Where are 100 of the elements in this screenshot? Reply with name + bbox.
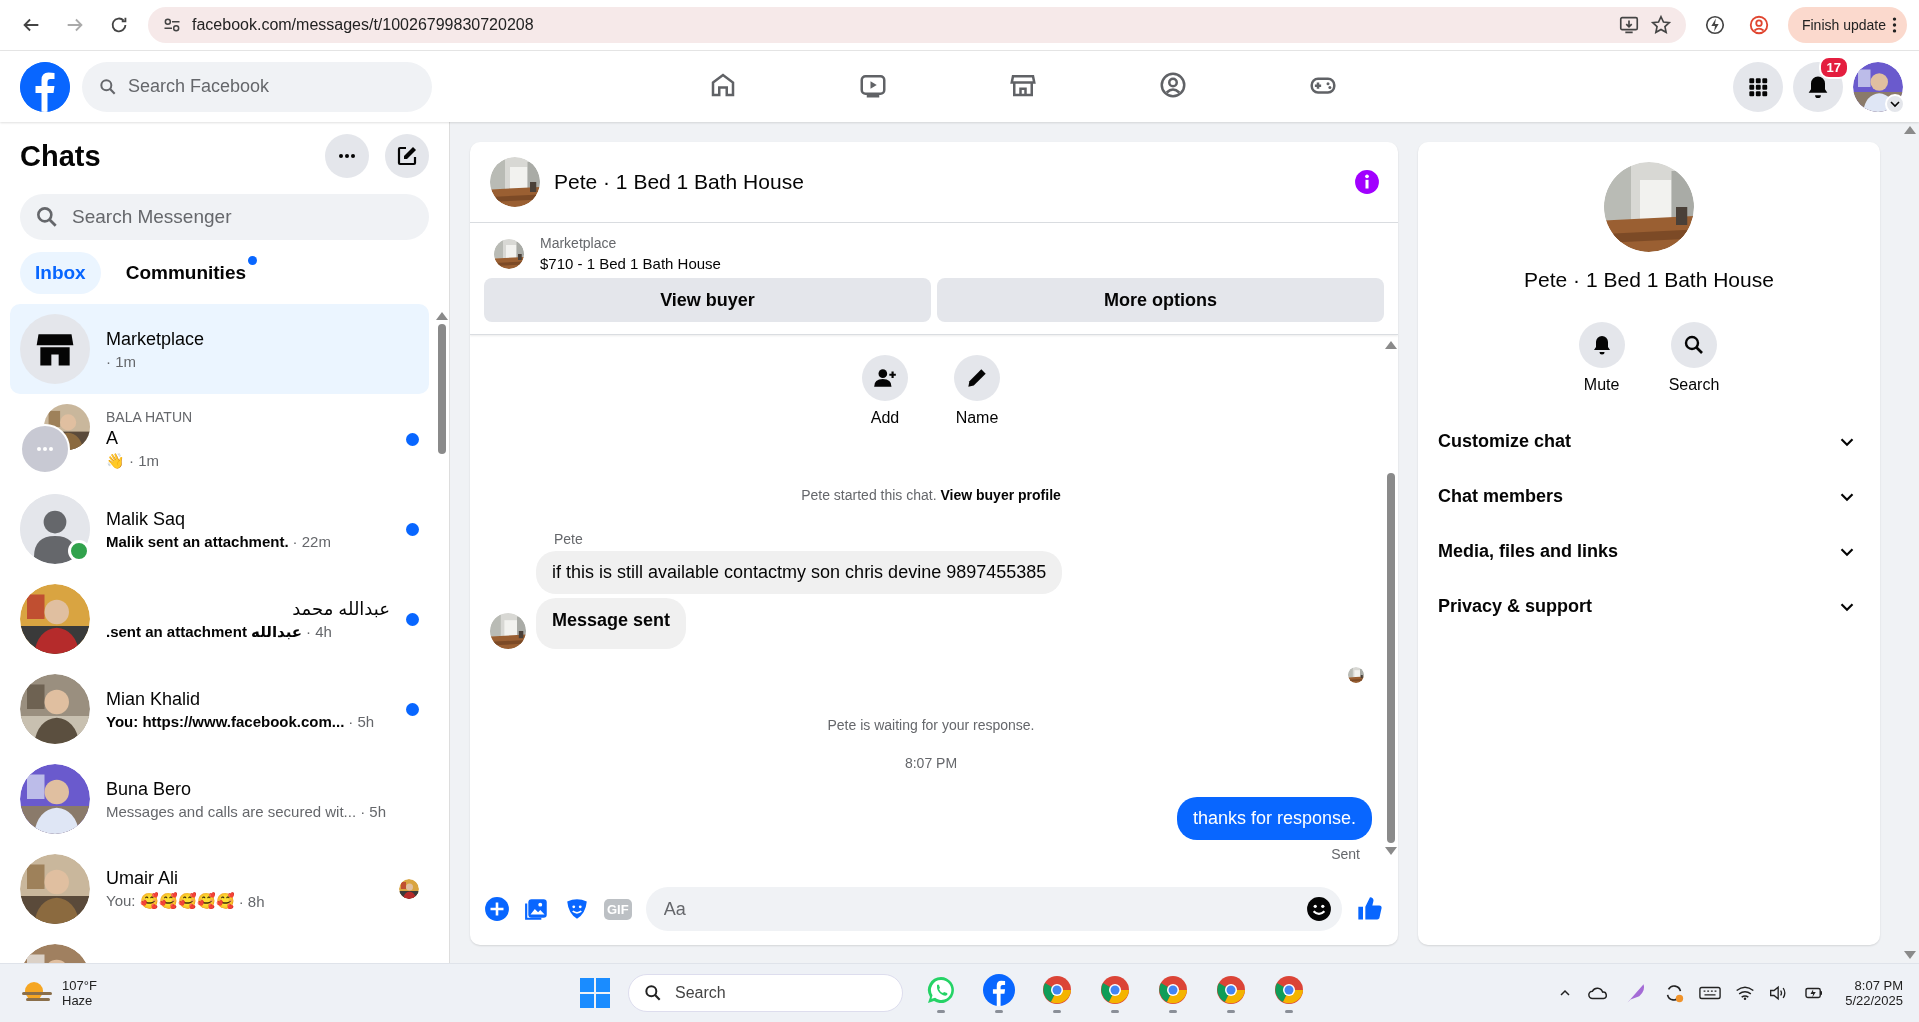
message-preview: 👋	[106, 451, 125, 470]
keyboard-icon[interactable]	[1699, 985, 1722, 1001]
contact-name: A	[106, 427, 119, 449]
contact-name: عبدالله محمد	[291, 597, 390, 620]
scroll-up-icon[interactable]	[1385, 341, 1397, 349]
timestamp: · 5h	[348, 712, 375, 730]
message-preview: You: https://www.facebook.com...	[106, 712, 345, 730]
contact-name: Malik Saq	[106, 508, 187, 530]
chat-item[interactable]: BALA HATUN A 👋 · 1m	[10, 394, 429, 484]
facebook-icon	[983, 973, 1015, 1006]
info-button[interactable]	[1354, 169, 1380, 195]
cloud-icon[interactable]	[1587, 985, 1610, 1001]
sender-name: Pete	[553, 531, 584, 547]
scroll-up-icon[interactable]	[1903, 126, 1916, 134]
notification-badge: 17	[1818, 55, 1849, 79]
action-button[interactable]: More options	[937, 278, 1384, 322]
site-settings-icon	[162, 15, 182, 35]
section-header[interactable]: Chat members	[1426, 469, 1872, 524]
new-message-button[interactable]	[385, 134, 429, 178]
taskbar-search-field[interactable]: Search	[673, 975, 888, 1011]
browser-icon	[1273, 973, 1305, 1006]
clock-date: 5/22/2025	[1845, 993, 1903, 1008]
wifi-icon[interactable]	[1735, 985, 1756, 1001]
chat-item[interactable]: Buna Bero Messages and calls are secured wit... · 5h	[10, 754, 429, 844]
weather-condition: Haze	[62, 993, 94, 1008]
plus-icon	[484, 896, 510, 922]
system-message: Pete started this chat. View buyer profile	[800, 487, 1062, 503]
search-field[interactable]: Search Facebook	[126, 61, 416, 112]
scrollbar-thumb[interactable]	[1387, 473, 1395, 843]
search-box[interactable]: Search Facebook	[82, 61, 432, 112]
message-bubble: if this is still available contactmy son chris devine 9897455385	[536, 551, 1063, 594]
install-icon	[1617, 14, 1640, 36]
bookmark-star-icon	[1649, 14, 1672, 36]
browser-icon	[1215, 973, 1247, 1006]
search-field[interactable]: Search Messenger	[70, 194, 415, 240]
chat-item[interactable]: Marketplace · 1m	[10, 304, 429, 394]
info-icon	[1354, 169, 1380, 195]
emoji-icon	[1306, 896, 1332, 922]
timestamp: · 22m	[292, 532, 331, 550]
browser-icon	[1041, 973, 1073, 1006]
delivery-status: Sent	[1331, 846, 1360, 862]
compose-icon	[395, 144, 419, 168]
message-preview: Malik sent an attachment.	[106, 532, 289, 550]
message-preview: عبدالله sent an attachment.	[106, 622, 303, 641]
scroll-down-icon[interactable]	[1385, 847, 1397, 855]
message-preview: You: 🥰🥰🥰🥰🥰	[106, 892, 235, 910]
chat-item[interactable]: Mian Khalid You: https://www.facebook.com... · 5h	[10, 664, 429, 754]
bolt-icon	[1703, 14, 1726, 36]
timestamp: · 1m	[129, 452, 159, 469]
section-header[interactable]: Privacy & support	[1426, 579, 1872, 634]
tab[interactable]: Inbox	[20, 252, 101, 294]
menu-button[interactable]	[1733, 61, 1783, 112]
photo-button[interactable]	[524, 896, 550, 922]
tab[interactable]: Communities	[110, 252, 262, 294]
sidebar-title: Chats	[20, 139, 102, 173]
more-icon	[337, 153, 357, 159]
browser-icon	[1157, 973, 1189, 1006]
search-icon	[98, 76, 118, 97]
url-text: facebook.com/messages/t/10026799830720208	[192, 16, 535, 34]
conversation-title: Pete · 1 Bed 1 Bath House	[1524, 268, 1774, 292]
like-button[interactable]	[1356, 895, 1384, 923]
more-button[interactable]	[325, 134, 369, 178]
conversation-title: Pete · 1 Bed 1 Bath House	[554, 170, 805, 194]
thumbs-up-icon	[1356, 895, 1384, 923]
dots-icon	[34, 446, 56, 452]
message-preview: Messages and calls are secured wit...	[106, 802, 357, 820]
contact-name: Umair Ali	[106, 868, 179, 889]
update-button[interactable]: Finish update	[1787, 7, 1907, 43]
timestamp: 8:07 PM	[903, 755, 959, 771]
message-bubble: Message sent	[536, 598, 687, 649]
temperature: 107°F	[62, 978, 97, 993]
facebook-logo[interactable]	[20, 61, 70, 112]
contact-name: Mian Khalid	[106, 688, 202, 710]
action-button[interactable]: View buyer	[484, 278, 931, 322]
chat-item[interactable]: Malik Saq Malik sent an attachment. · 22m	[10, 484, 429, 574]
profile-link[interactable]: View buyer profile	[940, 487, 1061, 503]
listing-source: Marketplace	[540, 235, 618, 251]
more-actions-button[interactable]	[484, 896, 510, 922]
taskbar-search-box[interactable]: Search	[628, 974, 903, 1012]
start-button[interactable]	[580, 978, 610, 1008]
search-box[interactable]: Search Messenger	[20, 194, 429, 240]
contact-name: Marketplace	[106, 328, 206, 350]
search-icon	[643, 983, 663, 1003]
message-bubble: thanks for response.	[1176, 797, 1372, 840]
timestamp: · 5h	[360, 802, 386, 820]
contact-name: Buna Bero	[106, 778, 193, 800]
section-header[interactable]: Customize chat	[1426, 414, 1872, 469]
listing-title: $710 - 1 Bed 1 Bath House	[540, 255, 721, 272]
chat-item[interactable]: Umair Ali You: 🥰🥰🥰🥰🥰 · 8h	[10, 844, 429, 934]
kebab-icon	[1892, 17, 1897, 33]
scrollbar-thumb[interactable]	[438, 324, 446, 454]
timestamp: · 1m	[106, 352, 136, 370]
section-header[interactable]: Media, files and links	[1426, 524, 1872, 579]
profile-icon	[1747, 14, 1770, 36]
browser-icon	[1099, 973, 1131, 1006]
clock-time: 8:07 PM	[1854, 978, 1903, 993]
timestamp: · 8h	[238, 892, 265, 910]
group-name: BALA HATUN	[106, 408, 194, 425]
address-bar[interactable]: facebook.com/messages/t/10026799830720208	[148, 7, 1686, 43]
timestamp: · 4h	[306, 623, 332, 640]
